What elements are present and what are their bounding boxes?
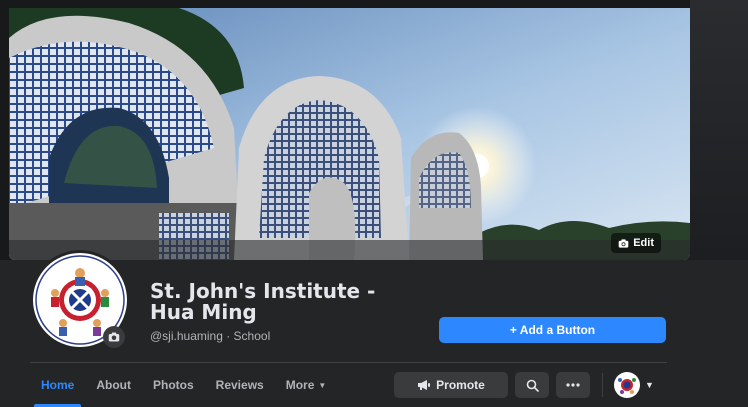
promote-button[interactable]: Promote <box>394 372 508 398</box>
page-title: St. John's Institute - Hua Ming <box>150 279 376 324</box>
tab-label: Reviews <box>215 378 264 392</box>
cover-photo[interactable]: Edit <box>9 8 690 260</box>
tab-label: Home <box>41 378 75 392</box>
tab-label: Photos <box>153 378 194 392</box>
add-a-button-label: + Add a Button <box>509 323 596 337</box>
tab-photos[interactable]: Photos <box>142 363 205 407</box>
megaphone-icon <box>418 380 431 390</box>
search-button[interactable] <box>515 372 549 398</box>
page-username-category: @sji.huaming · School <box>150 329 271 343</box>
camera-icon <box>108 332 120 342</box>
tab-label: More <box>285 378 315 392</box>
tab-label: About <box>96 378 131 392</box>
edit-cover-label: Edit <box>633 237 654 249</box>
divider <box>602 373 603 397</box>
tab-reviews[interactable]: Reviews <box>205 363 275 407</box>
promote-label: Promote <box>436 378 485 392</box>
edit-cover-button[interactable]: Edit <box>611 233 661 253</box>
chevron-down-icon: ▼ <box>645 380 654 390</box>
tab-about[interactable]: About <box>85 363 142 407</box>
add-a-button[interactable]: + Add a Button <box>439 317 666 343</box>
profile-switcher[interactable]: ▼ <box>614 372 654 398</box>
caret-down-icon: ▼ <box>318 380 327 390</box>
right-edge <box>690 0 748 260</box>
page-tabs: Home About Photos Reviews More ▼ <box>30 363 337 407</box>
camera-icon <box>618 238 629 248</box>
update-profile-picture-button[interactable] <box>103 326 125 348</box>
more-options-button[interactable] <box>556 372 590 398</box>
tab-more[interactable]: More ▼ <box>275 363 338 407</box>
search-icon <box>526 379 539 392</box>
avatar <box>614 372 640 398</box>
tab-home[interactable]: Home <box>30 363 85 407</box>
ellipsis-icon <box>566 383 580 387</box>
